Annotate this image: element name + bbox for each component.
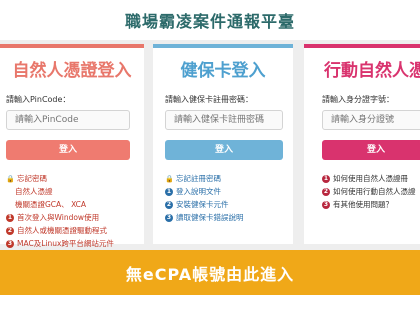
link-label: 讀取健保卡錯誤說明 [176,213,244,222]
no-ecpa-entry-button[interactable]: 無eCPA帳號由此進入 [0,250,420,295]
other-questions-link[interactable]: 3 有其他使用問題？ [322,198,416,211]
how-to-citizen-link[interactable]: 1 如何使用自然人憑證冊 [322,172,416,185]
lock-icon: 🔒 [6,174,15,183]
link-label: 如何使用行動自然人憑證 [333,187,416,196]
link-label: 自然人憑證 [15,187,53,196]
mobile-login-button[interactable]: 登入 [322,140,420,160]
link-label: 首次登入與Window使用 [17,213,100,222]
login-doc-link[interactable]: 1 登入說明文件 [165,185,244,198]
link-label: 忘記密碼 [17,174,47,183]
number-2-icon: 2 [322,187,330,196]
nhi-password-input[interactable] [165,110,283,130]
driver-link[interactable]: 2 自然人或機關憑證驅動程式 [6,224,114,237]
help-links: 1 如何使用自然人憑證冊 2 如何使用行動自然人憑證 3 有其他使用問題？ [322,172,416,211]
card-title: 行動自然人憑 [324,61,420,81]
number-3-icon: 3 [6,239,14,248]
id-number-input[interactable] [322,110,420,130]
id-number-label: 請輸入身分證字號： [322,95,394,104]
link-label: MAC及Linux跨平台網站元件 [17,239,114,248]
bottom-spacer [0,295,420,315]
how-to-mobile-link[interactable]: 2 如何使用行動自然人憑證 [322,185,416,198]
link-label: 機關憑證GCA、 XCA [15,200,87,209]
mobile-certificate-card: 行動自然人憑 請輸入身分證字號： 登入 1 如何使用自然人憑證冊 2 如何使用行… [304,44,420,244]
help-links: 🔒 忘記註冊密碼 1 登入說明文件 2 安裝健保卡元件 3 讀取健保卡錯誤說明 [165,172,244,224]
site-header: 職場霸凌案件通報平臺 [0,0,420,40]
install-component-link[interactable]: 2 安裝健保卡元件 [165,198,244,211]
page-title: 職場霸凌案件通報平臺 [124,12,295,31]
number-3-icon: 3 [165,213,173,222]
number-1-icon: 1 [6,213,14,222]
first-login-link[interactable]: 1 首次登入與Window使用 [6,211,114,224]
cross-platform-link[interactable]: 3 MAC及Linux跨平台網站元件 [6,237,114,250]
forgot-password-link[interactable]: 🔒 忘記密碼 [6,172,114,185]
nhi-login-button[interactable]: 登入 [165,140,283,160]
card-title: 自然人憑證登入 [12,61,132,81]
pincode-input[interactable] [6,110,130,130]
health-card-card: 健保卡登入 請輸入健保卡註冊密碼： 登入 🔒 忘記註冊密碼 1 登入說明文件 2… [153,44,293,244]
nhi-password-label: 請輸入健保卡註冊密碼： [165,95,253,104]
citizen-login-button[interactable]: 登入 [6,140,130,160]
link-label: 忘記註冊密碼 [176,174,221,183]
link-label: 自然人或機關憑證驅動程式 [17,226,107,235]
citizen-certificate-card: 自然人憑證登入 請輸入PinCode： 登入 🔒 忘記密碼 自然人憑證 機關憑證… [0,44,144,248]
number-3-icon: 3 [322,200,330,209]
number-1-icon: 1 [322,174,330,183]
help-links: 🔒 忘記密碼 自然人憑證 機關憑證GCA、 XCA 1 首次登入與Window使… [6,172,114,250]
citizen-cert-link[interactable]: 自然人憑證 [6,185,114,198]
link-label: 有其他使用問題？ [333,200,393,209]
agency-cert-link[interactable]: 機關憑證GCA、 XCA [6,198,114,211]
card-title: 健保卡登入 [180,61,266,81]
lock-icon: 🔒 [165,174,174,183]
pincode-label: 請輸入PinCode： [6,95,71,104]
number-1-icon: 1 [165,187,173,196]
footer-label: 無eCPA帳號由此進入 [125,264,295,284]
link-label: 安裝健保卡元件 [176,200,229,209]
link-label: 如何使用自然人憑證冊 [333,174,408,183]
link-label: 登入說明文件 [176,187,221,196]
read-error-link[interactable]: 3 讀取健保卡錯誤說明 [165,211,244,224]
forgot-register-password-link[interactable]: 🔒 忘記註冊密碼 [165,172,244,185]
number-2-icon: 2 [165,200,173,209]
number-2-icon: 2 [6,226,14,235]
